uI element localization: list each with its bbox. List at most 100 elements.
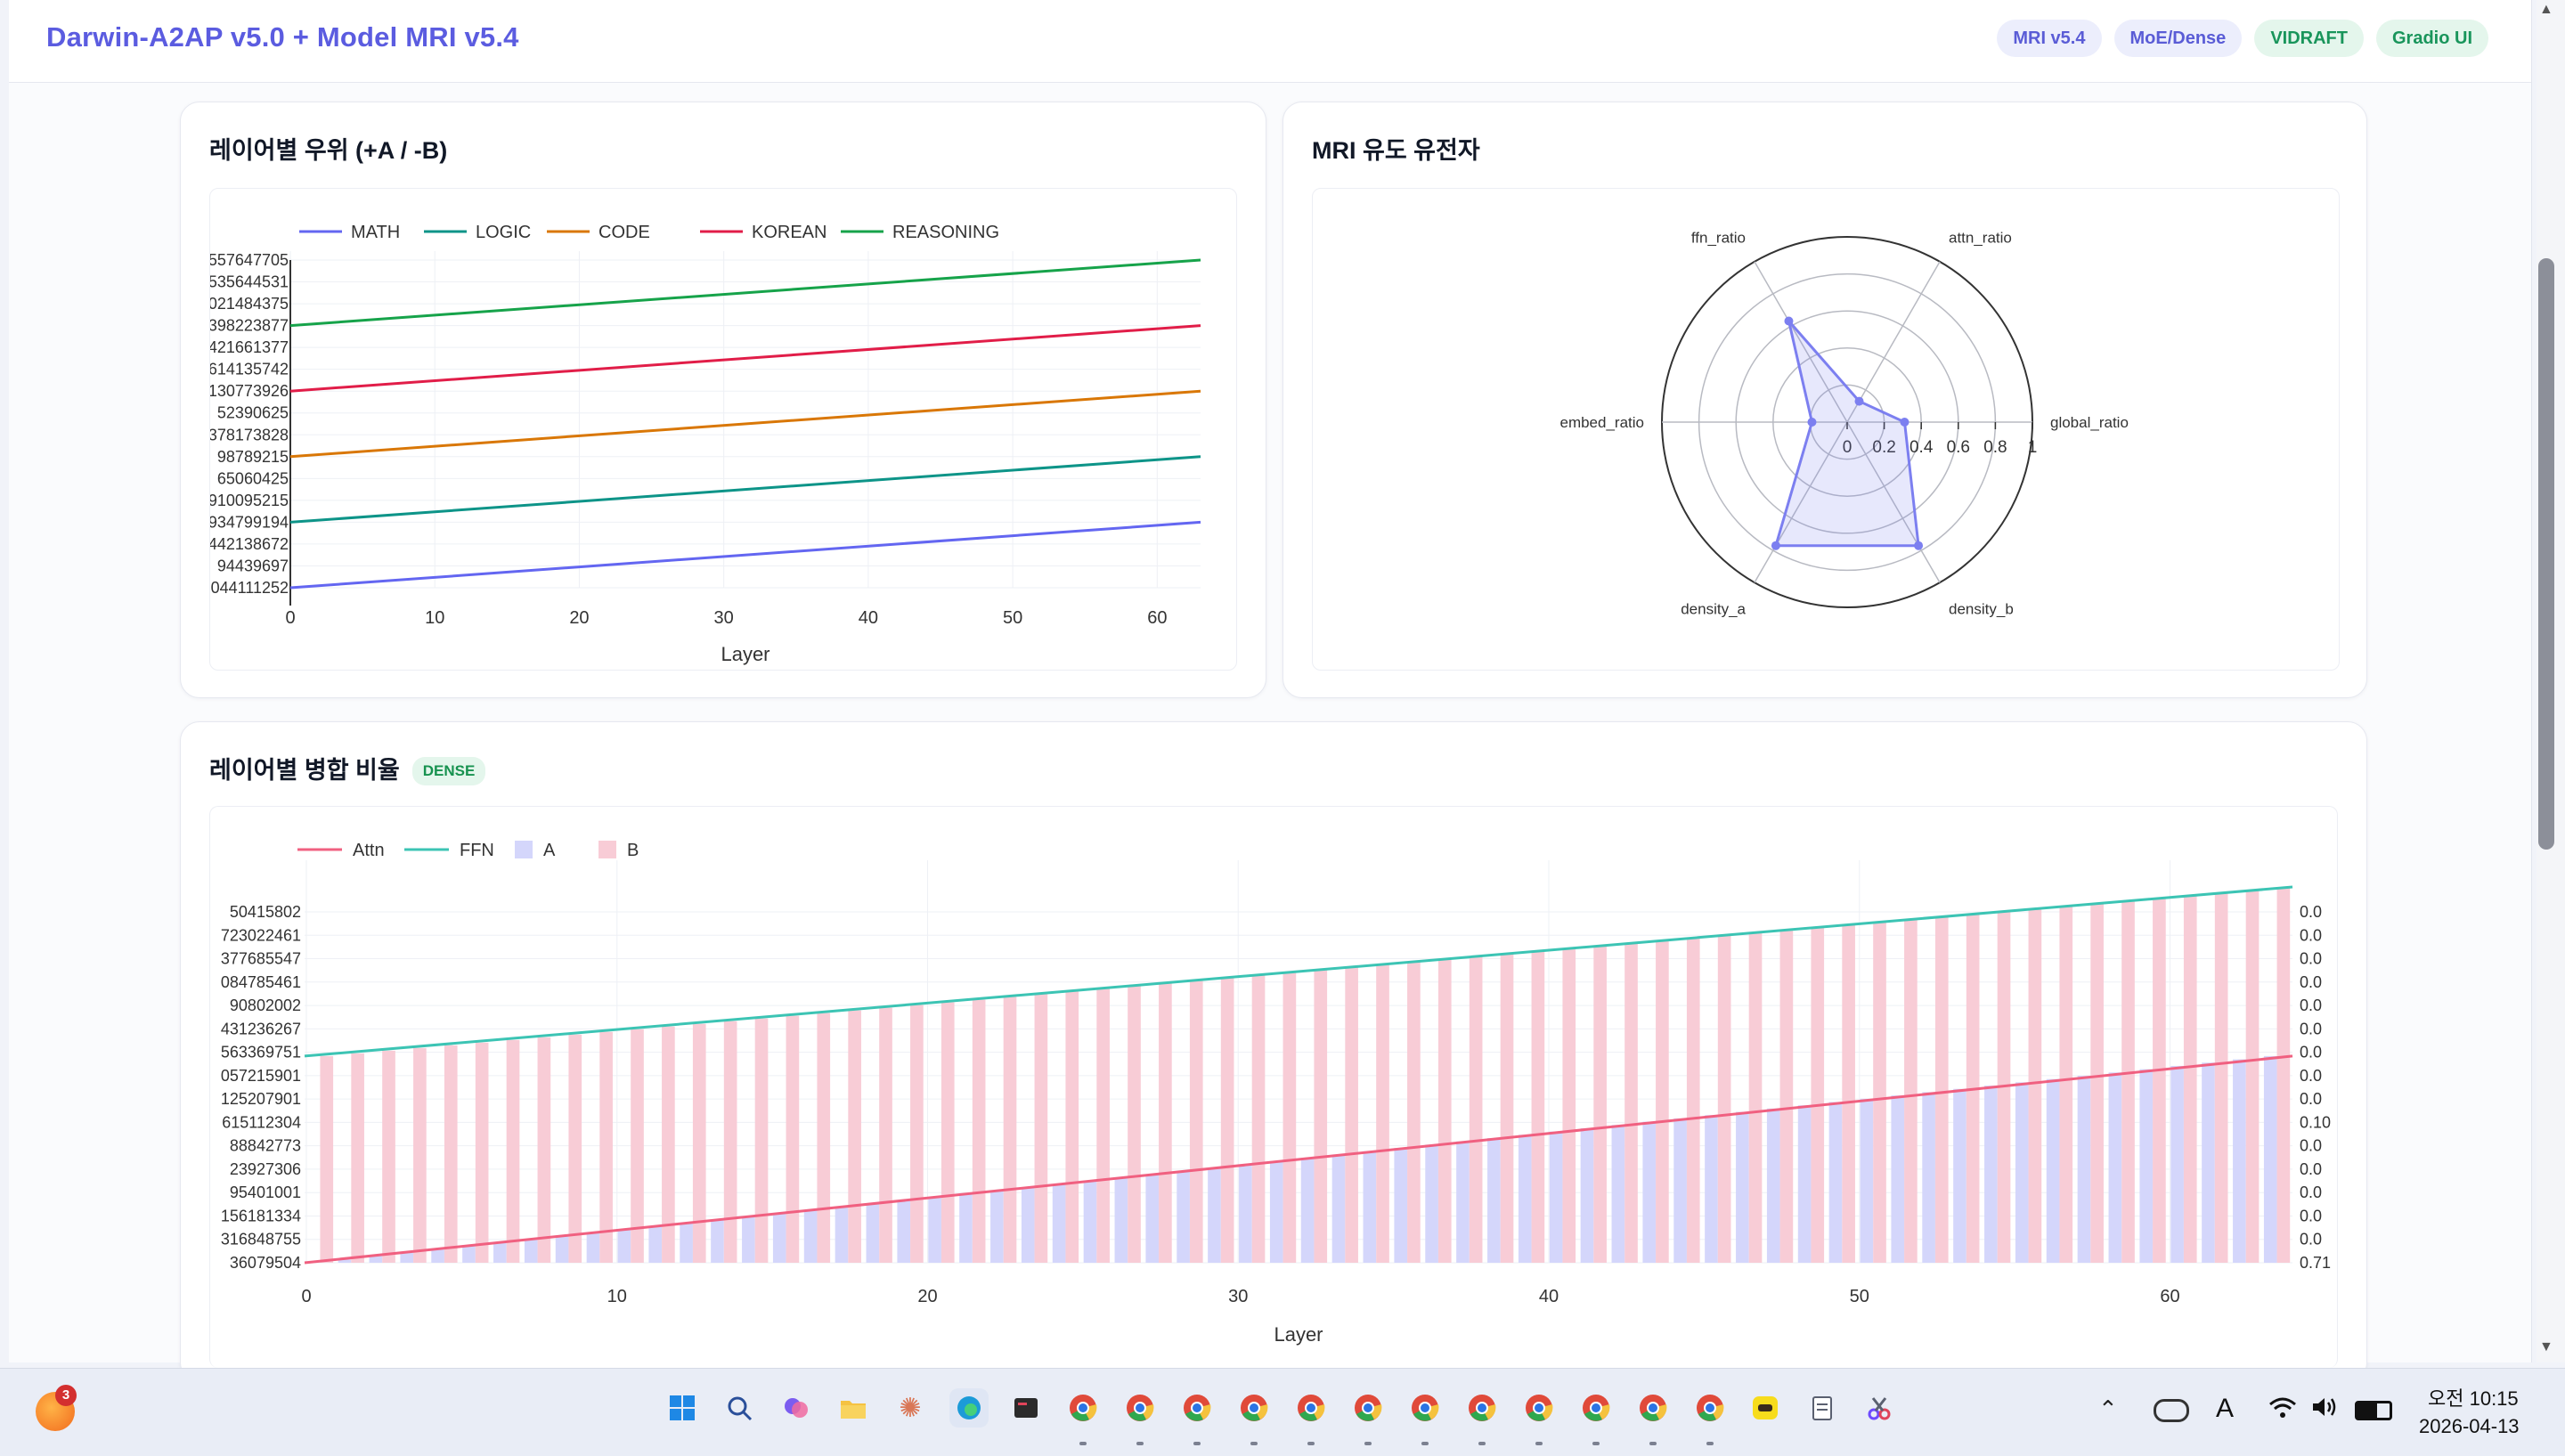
legend-label-logic: LOGIC (476, 223, 531, 242)
chrome-browser-icon[interactable] (1234, 1388, 1274, 1428)
y-right-tick-label: 0.0 (2300, 903, 2322, 921)
bar-b (1003, 996, 1017, 1263)
clock-time[interactable]: 오전 10:15 (2428, 1383, 2519, 1411)
bar-a (1300, 1158, 1315, 1263)
bar-b (940, 1002, 955, 1263)
mri-genes-title: MRI 유도 유전자 (1312, 137, 1480, 164)
bar-a (866, 1203, 880, 1263)
search-icon[interactable] (720, 1388, 759, 1428)
x-tick-label: 50 (1003, 608, 1022, 628)
bar-b (1686, 938, 1700, 1263)
bar-b (1500, 954, 1514, 1263)
y-right-tick-label: 0.0 (2300, 1137, 2322, 1155)
bar-a (2233, 1059, 2246, 1263)
snipping-tool-icon[interactable] (1860, 1388, 1899, 1428)
series-line-math (289, 520, 1201, 590)
windows-start-icon[interactable] (663, 1388, 702, 1428)
bar-b (2028, 908, 2042, 1263)
bar-a (1487, 1138, 1501, 1263)
bar-b (848, 1010, 861, 1263)
bar-b (2183, 895, 2197, 1263)
chrome-browser-icon[interactable] (1576, 1388, 1616, 1428)
x-axis-title: Layer (721, 643, 770, 665)
bar-b (1873, 922, 1886, 1263)
scroll-down-arrow[interactable]: ▼ (2539, 1339, 2553, 1355)
x-tick-label: 10 (607, 1287, 627, 1306)
bar-a (1052, 1184, 1066, 1263)
battery-icon[interactable] (2355, 1401, 2392, 1420)
bar-b (723, 1021, 737, 1263)
layer-dominance-chart[interactable]: 044111252 94439697 442138672 934799194 91009… (210, 189, 1236, 670)
y-right-tick-label: 0.0 (2300, 1044, 2322, 1061)
radar-axis-label-ffn-ratio: ffn_ratio (1691, 230, 1746, 247)
legend-label-b: B (627, 841, 639, 860)
chrome-browser-icon[interactable] (1120, 1388, 1160, 1428)
bar-b (413, 1047, 427, 1263)
bar-a (1394, 1148, 1408, 1263)
radar-point-density-b (1914, 541, 1924, 550)
running-indicator (1649, 1442, 1657, 1445)
scroll-up-arrow[interactable]: ▲ (2539, 2, 2553, 18)
bar-a (2108, 1072, 2122, 1263)
kakaotalk-icon[interactable] (1746, 1388, 1785, 1428)
edge-browser-icon[interactable] (949, 1388, 989, 1428)
y-tick-label: 044111252 (211, 579, 289, 597)
legend-label-ffn: FFN (460, 841, 494, 860)
wifi-icon[interactable] (2268, 1394, 2298, 1425)
bar-b (599, 1031, 613, 1263)
chrome-browser-icon[interactable] (1405, 1388, 1445, 1428)
bar-a (493, 1242, 507, 1263)
bar-b (2121, 900, 2135, 1263)
input-method-icon[interactable]: A (2216, 1394, 2234, 1424)
bar-a (1642, 1121, 1657, 1263)
bar-b (1437, 959, 1452, 1263)
claude-icon[interactable]: ✺ (891, 1388, 930, 1428)
merge-ratio-plot-frame: 36079504 316848755 156181334 95401001 239273… (209, 806, 2338, 1368)
chrome-browser-icon[interactable] (1348, 1388, 1388, 1428)
bar-b (1220, 978, 1234, 1263)
onedrive-sync-icon[interactable] (2154, 1399, 2189, 1422)
y-left-tick-label: 95401001 (230, 1184, 301, 1201)
radar-point-attn-ratio (1854, 396, 1864, 406)
bar-a (1766, 1108, 1780, 1263)
bar-a (1145, 1174, 1160, 1263)
bar-b (1251, 975, 1266, 1263)
scrollbar-thumb[interactable] (2538, 258, 2554, 850)
bar-b (1656, 940, 1669, 1263)
bar-b (1934, 916, 1949, 1263)
running-indicator (1535, 1442, 1543, 1445)
y-right-tick-label: 0.0 (2300, 1067, 2322, 1085)
bar-b (1904, 919, 1918, 1263)
app-header: Darwin-A2AP v5.0 + Model MRI v5.4 MRI v5… (9, 0, 2531, 83)
bar-b (662, 1026, 675, 1263)
chrome-browser-icon[interactable] (1291, 1388, 1331, 1428)
chrome-browser-icon[interactable] (1177, 1388, 1217, 1428)
bar-a (959, 1193, 973, 1263)
y-right-tick-label: 0.0 (2300, 1090, 2322, 1108)
chrome-browser-icon[interactable] (1633, 1388, 1673, 1428)
mri-genes-radar-chart[interactable]: global_ratio attn_ratio ffn_ratio embed_rat… (1313, 189, 2339, 670)
bar-b (1624, 943, 1638, 1263)
bar-a (1021, 1187, 1035, 1263)
bar-a (586, 1232, 600, 1263)
bar-b (1469, 956, 1483, 1263)
chrome-browser-icon[interactable] (1690, 1388, 1730, 1428)
radar-area (1773, 320, 1920, 548)
chrome-browser-icon[interactable] (1063, 1388, 1103, 1428)
copilot-icon[interactable] (777, 1388, 816, 1428)
notepad-icon[interactable] (1803, 1388, 1842, 1428)
bar-a (897, 1200, 911, 1263)
tray-overflow-chevron-icon[interactable]: ⌃ (2098, 1395, 2118, 1423)
merge-ratio-chart[interactable]: 36079504 316848755 156181334 95401001 239273… (210, 807, 2337, 1368)
bar-b (1531, 951, 1545, 1263)
bar-b (1376, 964, 1389, 1263)
y-right-tick-label: 0.71 (2300, 1254, 2331, 1272)
terminal-app-icon[interactable] (1006, 1388, 1046, 1428)
bar-b (786, 1015, 800, 1263)
volume-icon[interactable] (2310, 1394, 2339, 1425)
file-explorer-icon[interactable] (834, 1388, 873, 1428)
clock-date[interactable]: 2026-04-13 (2419, 1415, 2520, 1438)
radial-tick-label: 0.8 (1983, 438, 2007, 457)
chrome-browser-icon[interactable] (1462, 1388, 1502, 1428)
chrome-browser-icon[interactable] (1519, 1388, 1559, 1428)
